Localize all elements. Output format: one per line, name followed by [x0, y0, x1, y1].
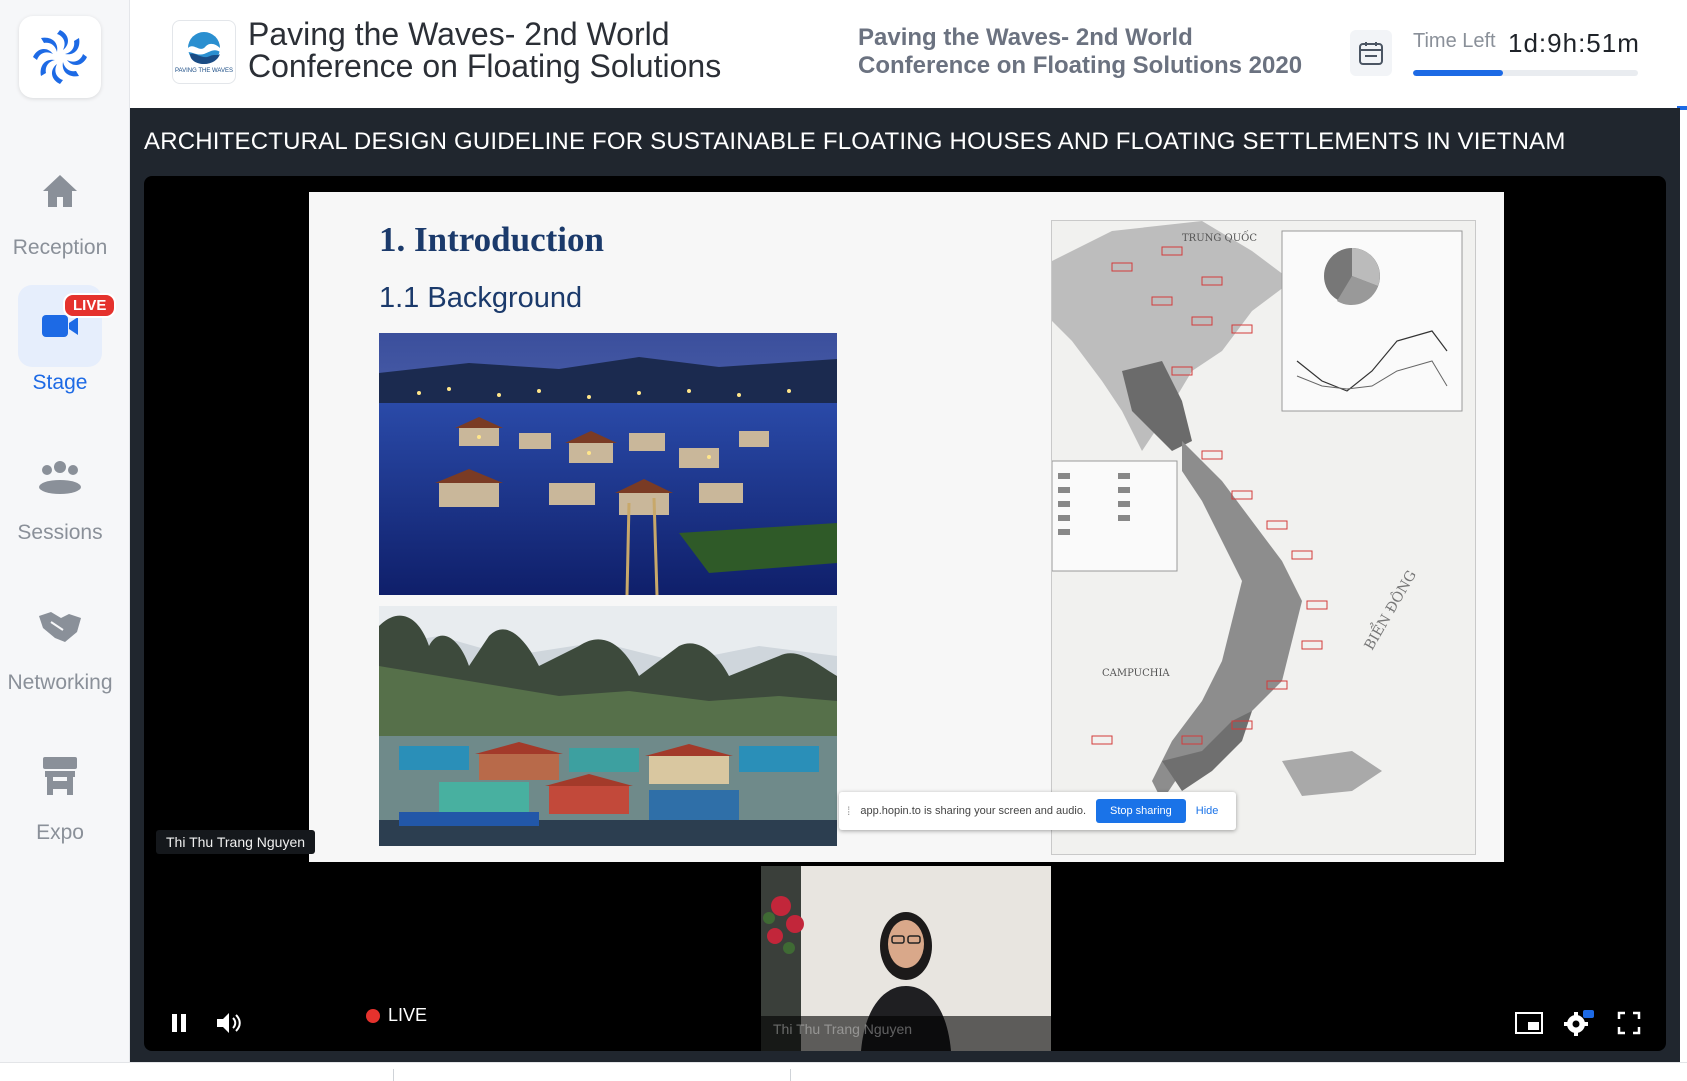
swirl-logo-icon	[33, 30, 87, 84]
player-controls: LIVE	[144, 995, 1666, 1051]
screen-share-banner: ⁞ app.hopin.to is sharing your screen an…	[839, 792, 1236, 830]
sidebar: Reception LIVE Stage Sessions Networking…	[0, 0, 130, 1080]
slide-map-vietnam: TRUNG QUỐC CAMPUCHIA BIỂN ĐÔNG	[1051, 220, 1476, 855]
stage-area: ARCHITECTURAL DESIGN GUIDELINE FOR SUSTA…	[130, 108, 1680, 1063]
event-logo[interactable]: PAVING THE WAVES	[172, 20, 236, 84]
slide-heading: 1. Introduction	[379, 220, 604, 259]
home-icon	[18, 150, 102, 232]
sidebar-item-stage[interactable]: LIVE Stage	[0, 285, 120, 415]
share-message: app.hopin.to is sharing your screen and …	[860, 805, 1086, 817]
presenter-name-tag: Thi Thu Trang Nguyen	[156, 830, 316, 854]
sidebar-item-expo[interactable]: Expo	[0, 735, 120, 865]
time-left-label: Time Left	[1413, 30, 1496, 52]
video-player[interactable]: 1. Introduction 1.1 Background TRUNG QUỐ…	[144, 176, 1666, 1051]
fullscreen-button[interactable]	[1612, 1006, 1646, 1040]
settings-button[interactable]	[1562, 1006, 1596, 1040]
sidebar-item-label: Networking	[7, 671, 113, 694]
event-logo-caption: PAVING THE WAVES	[174, 68, 233, 74]
pause-button[interactable]	[162, 1006, 196, 1040]
map-label-north: TRUNG QUỐC	[1182, 231, 1257, 244]
live-indicator: LIVE	[366, 1005, 427, 1026]
volume-button[interactable]	[212, 1006, 246, 1040]
picture-in-picture-button[interactable]	[1512, 1006, 1546, 1040]
stop-sharing-button[interactable]: Stop sharing	[1096, 799, 1186, 823]
volume-icon	[217, 1013, 241, 1033]
map-label-west: CAMPUCHIA	[1102, 668, 1170, 679]
slide-photo-bay-village	[379, 606, 837, 846]
divider	[790, 1069, 791, 1081]
handshake-icon	[18, 585, 102, 667]
bottom-strip	[0, 1062, 1687, 1081]
slide-subheading: 1.1 Background	[379, 282, 583, 314]
app-logo[interactable]	[19, 16, 101, 98]
time-left-value: 1d:9h:51m	[1508, 28, 1640, 58]
event-header: PAVING THE WAVES Paving the Waves- 2nd W…	[130, 0, 1687, 110]
sidebar-item-networking[interactable]: Networking	[0, 585, 120, 715]
time-progress-bar	[1413, 70, 1638, 76]
gear-hd-icon	[1564, 1010, 1594, 1036]
sidebar-item-label: Sessions	[17, 521, 103, 544]
picture-in-picture-icon	[1515, 1012, 1543, 1034]
slide-photo-night-village	[379, 333, 837, 595]
presentation-slide: 1. Introduction 1.1 Background TRUNG QUỐ…	[309, 192, 1504, 862]
sidebar-item-label: Stage	[32, 371, 88, 394]
sidebar-item-reception[interactable]: Reception	[0, 150, 120, 280]
time-progress-fill	[1413, 70, 1503, 76]
drag-handle-icon[interactable]: ⁞	[847, 804, 850, 818]
event-subtitle: Paving the Waves- 2nd World Conference o…	[858, 24, 1303, 79]
live-dot-icon	[366, 1008, 380, 1023]
event-title: Paving the Waves- 2nd World Conference o…	[248, 16, 722, 84]
live-badge: LIVE	[63, 293, 117, 318]
sidebar-item-sessions[interactable]: Sessions	[0, 435, 120, 565]
live-label: LIVE	[388, 1005, 428, 1025]
sidebar-item-label: Reception	[12, 236, 108, 259]
booth-icon	[18, 735, 102, 817]
people-icon	[18, 435, 102, 517]
divider	[393, 1069, 394, 1081]
session-title: ARCHITECTURAL DESIGN GUIDELINE FOR SUSTA…	[144, 128, 1566, 155]
calendar-icon	[1359, 42, 1383, 65]
wave-logo-icon	[188, 32, 220, 64]
pause-icon	[172, 1014, 186, 1032]
calendar-button[interactable]	[1350, 30, 1392, 76]
hide-button[interactable]: Hide	[1196, 805, 1219, 817]
sidebar-item-label: Expo	[36, 821, 84, 844]
fullscreen-icon	[1617, 1011, 1641, 1035]
